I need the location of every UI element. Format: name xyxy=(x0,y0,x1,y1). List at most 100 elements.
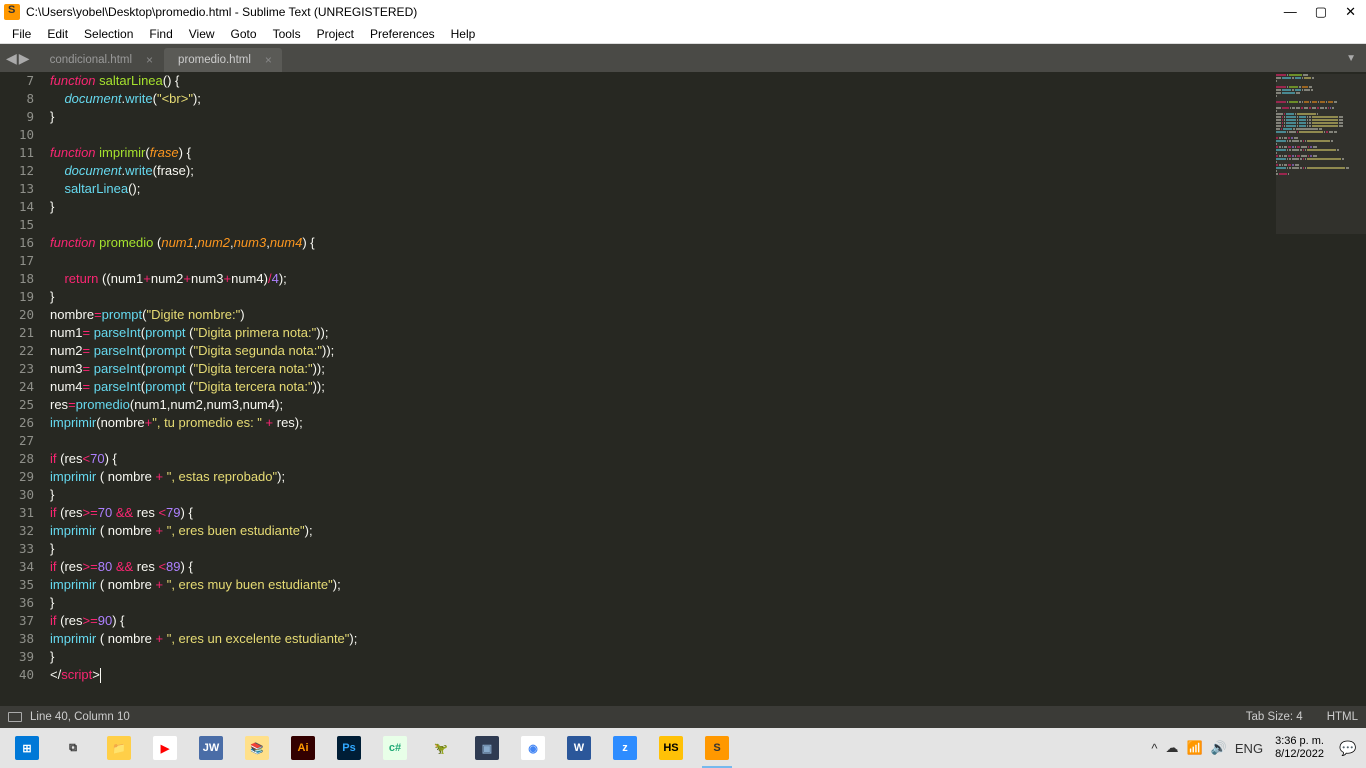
menu-project[interactable]: Project xyxy=(309,27,362,41)
wifi-icon[interactable]: 📶 xyxy=(1187,740,1203,756)
line-number: 23 xyxy=(0,360,34,378)
tab-menu-icon[interactable]: ▼ xyxy=(1336,53,1366,64)
code-line[interactable]: </script> xyxy=(50,666,1366,684)
code-line[interactable]: function promedio (num1,num2,num3,num4) … xyxy=(50,234,1366,252)
menu-find[interactable]: Find xyxy=(141,27,180,41)
code-line[interactable]: document.write(frase); xyxy=(50,162,1366,180)
code-line[interactable]: imprimir(nombre+", tu promedio es: " + r… xyxy=(50,414,1366,432)
code-line[interactable]: num3= parseInt(prompt ("Digita tercera n… xyxy=(50,360,1366,378)
volume-icon[interactable]: 🔊 xyxy=(1211,740,1227,756)
taskbar-explorer-icon[interactable]: 📁 xyxy=(96,728,142,768)
code-line[interactable]: function saltarLinea() { xyxy=(50,72,1366,90)
line-number: 22 xyxy=(0,342,34,360)
taskbar-zoom-icon[interactable]: z xyxy=(602,728,648,768)
line-number: 20 xyxy=(0,306,34,324)
taskbar-sublime-icon[interactable]: S xyxy=(694,728,740,768)
code-line[interactable] xyxy=(50,252,1366,270)
code-line[interactable]: if (res>=80 && res <89) { xyxy=(50,558,1366,576)
menu-view[interactable]: View xyxy=(181,27,223,41)
minimize-button[interactable]: — xyxy=(1284,4,1297,20)
menu-selection[interactable]: Selection xyxy=(76,27,141,41)
window-title: C:\Users\yobel\Desktop\promedio.html - S… xyxy=(26,5,1284,19)
nav-back-icon[interactable]: ◀ xyxy=(6,50,17,67)
tray-expand-icon[interactable]: ^ xyxy=(1151,741,1157,756)
code-line[interactable]: } xyxy=(50,648,1366,666)
notifications-icon[interactable]: 💬 xyxy=(1336,736,1360,760)
text-cursor xyxy=(100,668,101,683)
tab-condicional-html[interactable]: condicional.html × xyxy=(36,48,163,72)
line-number: 36 xyxy=(0,594,34,612)
menu-tools[interactable]: Tools xyxy=(265,27,309,41)
code-line[interactable]: saltarLinea(); xyxy=(50,180,1366,198)
code-line[interactable]: } xyxy=(50,288,1366,306)
code-line[interactable]: nombre=prompt("Digite nombre:") xyxy=(50,306,1366,324)
menu-help[interactable]: Help xyxy=(443,27,484,41)
menu-edit[interactable]: Edit xyxy=(39,27,76,41)
app-icon xyxy=(4,4,20,20)
code-area[interactable]: function saltarLinea() { document.write(… xyxy=(44,72,1366,706)
code-line[interactable]: imprimir ( nombre + ", eres muy buen est… xyxy=(50,576,1366,594)
taskbar-virtualbox-icon[interactable]: ▣ xyxy=(464,728,510,768)
taskbar-hs-icon[interactable]: HS xyxy=(648,728,694,768)
taskbar-photoshop-icon[interactable]: Ps xyxy=(326,728,372,768)
code-line[interactable]: num1= parseInt(prompt ("Digita primera n… xyxy=(50,324,1366,342)
menu-file[interactable]: File xyxy=(4,27,39,41)
code-line[interactable]: num4= parseInt(prompt ("Digita tercera n… xyxy=(50,378,1366,396)
clock[interactable]: 3:36 p. m. 8/12/2022 xyxy=(1271,735,1328,761)
line-number: 10 xyxy=(0,126,34,144)
code-line[interactable]: } xyxy=(50,108,1366,126)
tab-promedio-html[interactable]: promedio.html× xyxy=(164,48,282,72)
panel-switch-icon[interactable] xyxy=(8,712,22,722)
line-number: 28 xyxy=(0,450,34,468)
editor[interactable]: 7891011121314151617181920212223242526272… xyxy=(0,72,1366,706)
menu-goto[interactable]: Goto xyxy=(223,27,265,41)
code-line[interactable]: res=promedio(num1,num2,num3,num4); xyxy=(50,396,1366,414)
code-line[interactable]: num2= parseInt(prompt ("Digita segunda n… xyxy=(50,342,1366,360)
line-number: 37 xyxy=(0,612,34,630)
code-line[interactable]: return ((num1+num2+num3+num4)/4); xyxy=(50,270,1366,288)
line-number: 25 xyxy=(0,396,34,414)
taskbar-start-icon[interactable]: ⊞ xyxy=(4,728,50,768)
minimap[interactable] xyxy=(1276,74,1366,234)
line-number: 18 xyxy=(0,270,34,288)
taskbar-youtube-icon[interactable]: ▶ xyxy=(142,728,188,768)
taskbar-books-icon[interactable]: 📚 xyxy=(234,728,280,768)
code-line[interactable]: imprimir ( nombre + ", eres buen estudia… xyxy=(50,522,1366,540)
code-line[interactable]: } xyxy=(50,486,1366,504)
tab-label: condicional.html xyxy=(50,54,132,66)
taskbar-word-icon[interactable]: W xyxy=(556,728,602,768)
tab-close-icon[interactable]: × xyxy=(265,53,272,67)
taskbar-codeblocks-icon[interactable]: c# xyxy=(372,728,418,768)
status-syntax[interactable]: HTML xyxy=(1327,711,1358,723)
code-line[interactable]: imprimir ( nombre + ", estas reprobado")… xyxy=(50,468,1366,486)
taskbar-illustrator-icon[interactable]: Ai xyxy=(280,728,326,768)
line-number: 16 xyxy=(0,234,34,252)
code-line[interactable]: function imprimir(frase) { xyxy=(50,144,1366,162)
code-line[interactable] xyxy=(50,126,1366,144)
code-line[interactable]: imprimir ( nombre + ", eres un excelente… xyxy=(50,630,1366,648)
code-line[interactable]: if (res<70) { xyxy=(50,450,1366,468)
maximize-button[interactable]: ▢ xyxy=(1315,4,1327,20)
status-bar: Line 40, Column 10 Tab Size: 4 HTML xyxy=(0,706,1366,728)
code-line[interactable]: } xyxy=(50,198,1366,216)
code-line[interactable] xyxy=(50,432,1366,450)
taskbar-taskview-icon[interactable]: ⧉ xyxy=(50,728,96,768)
code-line[interactable]: if (res>=90) { xyxy=(50,612,1366,630)
tab-row: ◀ ▶ condicional.html×promedio.html× ▼ xyxy=(0,44,1366,72)
code-line[interactable]: if (res>=70 && res <79) { xyxy=(50,504,1366,522)
nav-forward-icon[interactable]: ▶ xyxy=(19,50,30,67)
taskbar-chrome-icon[interactable]: ◉ xyxy=(510,728,556,768)
code-line[interactable] xyxy=(50,216,1366,234)
menu-preferences[interactable]: Preferences xyxy=(362,27,443,41)
code-line[interactable]: document.write("<br>"); xyxy=(50,90,1366,108)
code-line[interactable]: } xyxy=(50,540,1366,558)
taskbar-jw-icon[interactable]: JW xyxy=(188,728,234,768)
onedrive-icon[interactable]: ☁ xyxy=(1166,740,1179,756)
language-indicator[interactable]: ENG xyxy=(1235,741,1263,756)
taskbar-dev-icon[interactable]: 🦖 xyxy=(418,728,464,768)
close-button[interactable]: ✕ xyxy=(1345,4,1356,20)
gutter: 7891011121314151617181920212223242526272… xyxy=(0,72,44,706)
status-tabsize[interactable]: Tab Size: 4 xyxy=(1246,711,1303,723)
tab-close-icon[interactable]: × xyxy=(146,53,153,67)
code-line[interactable]: } xyxy=(50,594,1366,612)
